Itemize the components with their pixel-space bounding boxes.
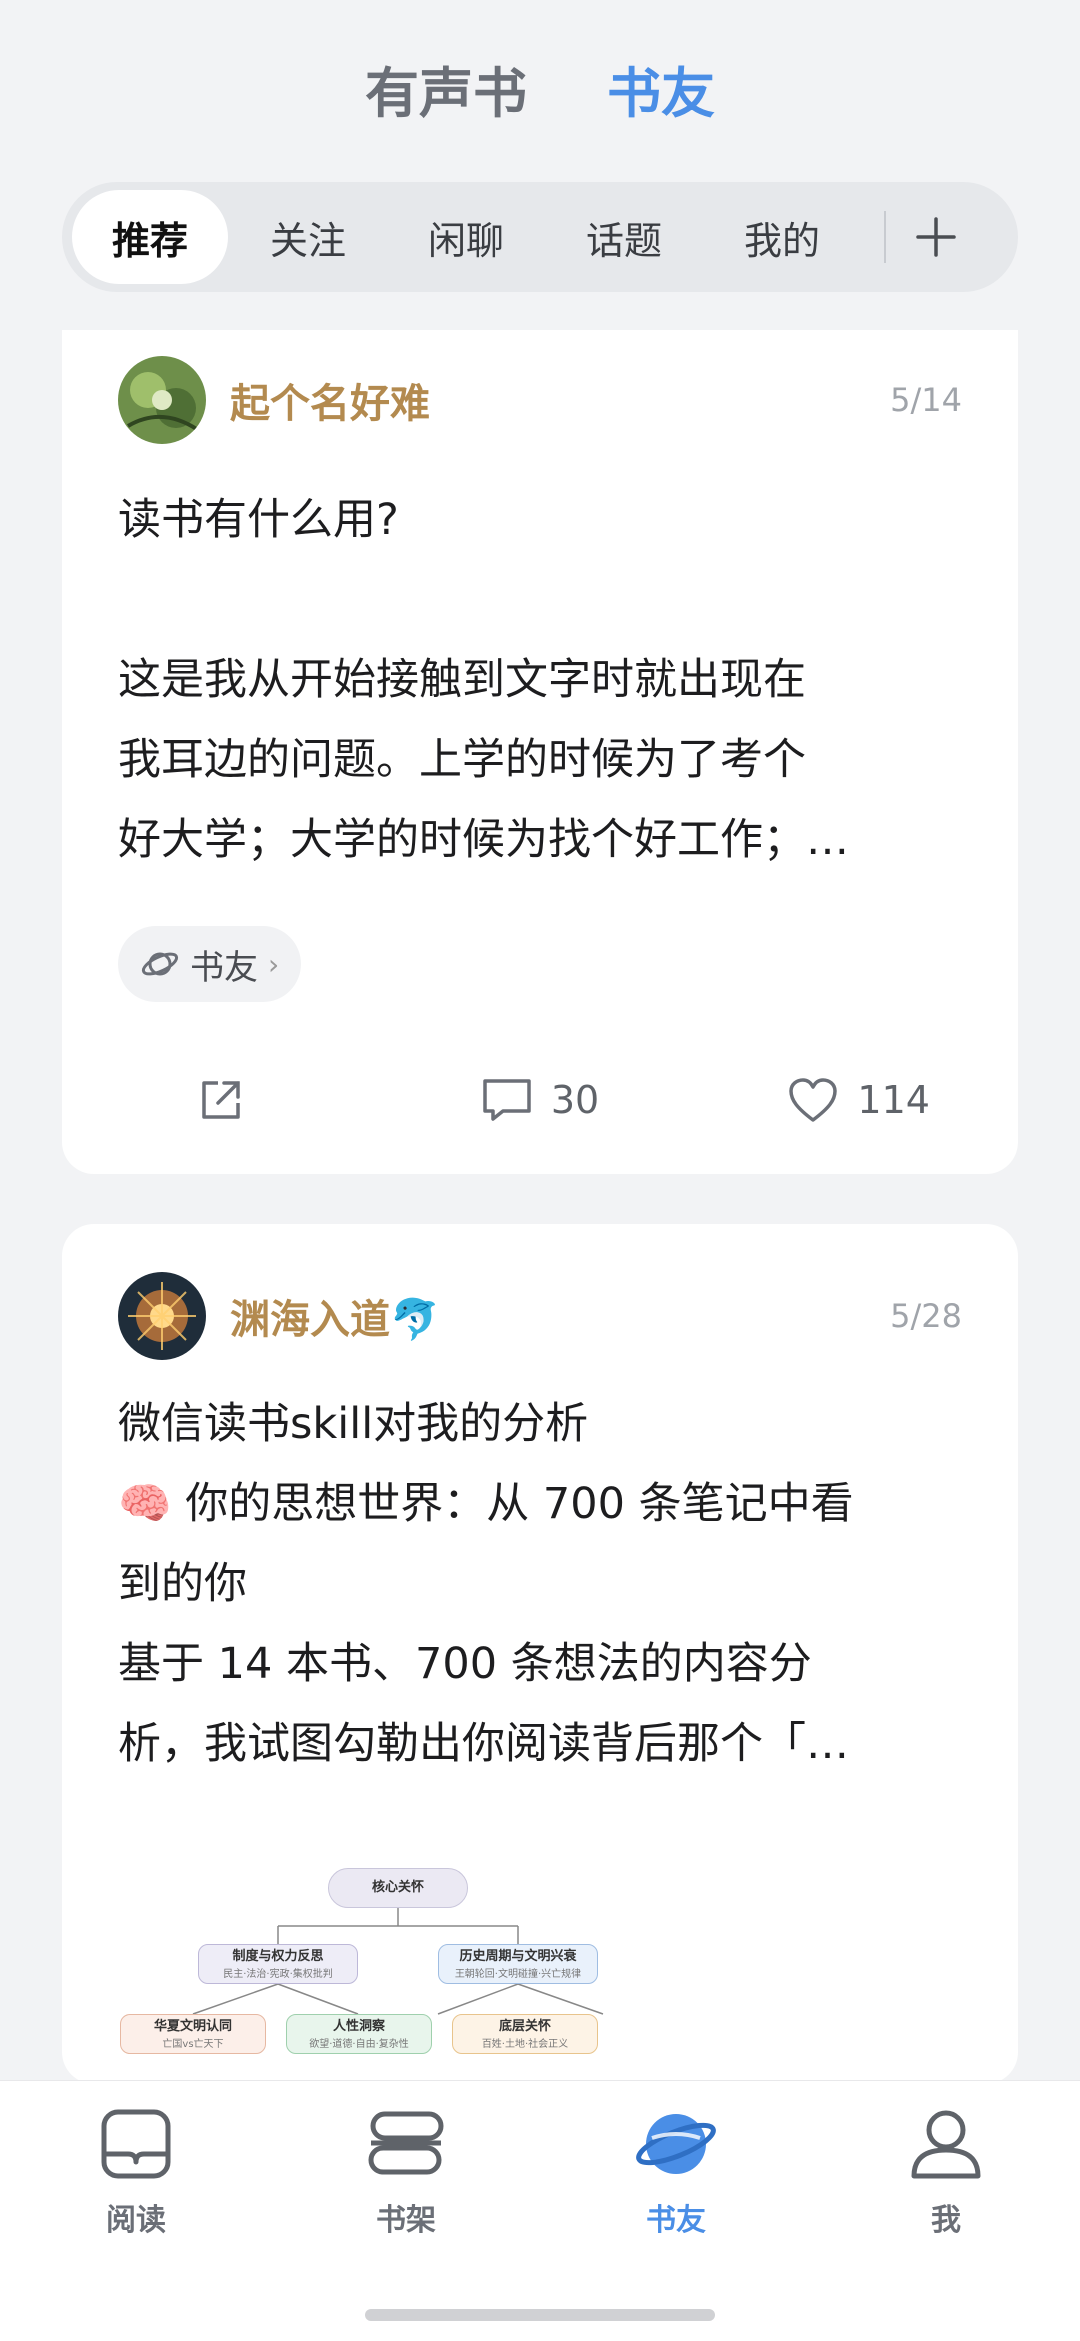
- mindmap-node: 华夏文明认同 亡国vs亡天下: [120, 2014, 266, 2054]
- post-header: 渊海入道🐬 5/28: [118, 1272, 962, 1360]
- author-name[interactable]: 起个名好难: [230, 371, 430, 429]
- post-actions: 30 114: [62, 1050, 1018, 1150]
- post-date: 5/14: [890, 381, 962, 419]
- mindmap-node-title: 历史周期与文明兴衰: [459, 1949, 577, 1964]
- sub-tab-recommend[interactable]: 推荐: [72, 190, 228, 284]
- like-count: 114: [857, 1078, 930, 1122]
- topic-tag-label: 书友: [190, 947, 258, 988]
- nav-item-book-friends[interactable]: 书友: [606, 2103, 746, 2239]
- post-line: 到的你: [118, 1559, 247, 1609]
- mindmap-node-title: 华夏文明认同: [153, 2019, 232, 2034]
- mindmap-node: 历史周期与文明兴衰 王朝轮回·文明碰撞·兴亡规律: [438, 1944, 598, 1984]
- share-icon: [202, 1081, 241, 1119]
- nav-label: 书友: [646, 2203, 706, 2238]
- sub-tab-bar: 推荐 关注 闲聊 话题 我的: [62, 182, 1018, 292]
- mindmap-node: 底层关怀 百姓·土地·社会正义: [452, 2014, 598, 2054]
- heart-icon: [789, 1078, 838, 1122]
- bottom-nav: 阅读 书架 书友 我: [0, 2080, 1080, 2341]
- share-button[interactable]: [62, 1075, 381, 1125]
- mindmap-node-sub: 欲望·道德·自由·复杂性: [309, 2039, 409, 2050]
- comment-button[interactable]: 30: [381, 1075, 700, 1125]
- mindmap-node: 制度与权力反思 民主·法治·宪政·集权批判: [198, 1944, 358, 1984]
- post-card[interactable]: 起个名好难 5/14 读书有什么用? 这是我从开始接触到文字时就出现在 我耳边的…: [62, 330, 1018, 1174]
- post-line: 微信读书skill对我的分析: [118, 1399, 589, 1449]
- mindmap-node-title: 底层关怀: [498, 2019, 551, 2034]
- add-tab-button[interactable]: [886, 190, 986, 284]
- nav-label: 我: [931, 2203, 961, 2238]
- like-button[interactable]: 114: [699, 1076, 1018, 1124]
- sub-tab-mine[interactable]: 我的: [704, 190, 860, 284]
- person-icon: [911, 2110, 981, 2179]
- home-indicator[interactable]: [365, 2309, 715, 2321]
- post-line: 这是我从开始接触到文字时就出现在: [118, 655, 806, 705]
- tab-audiobook[interactable]: 有声书: [365, 49, 527, 128]
- mindmap-node: 人性洞察 欲望·道德·自由·复杂性: [286, 2014, 432, 2054]
- post-line: 基于 14 本书、700 条想法的内容分: [118, 1639, 812, 1689]
- mindmap-root-label: 核心关怀: [371, 1880, 424, 1895]
- post-card[interactable]: 渊海入道🐬 5/28 微信读书skill对我的分析 🧠 你的思想世界：从 700…: [62, 1224, 1018, 2084]
- author-name[interactable]: 渊海入道🐬: [230, 1287, 440, 1345]
- mindmap-node-title: 制度与权力反思: [232, 1949, 324, 1964]
- mindmap-root: 核心关怀: [328, 1868, 468, 1908]
- topic-tag[interactable]: 书友 ›: [118, 926, 302, 1002]
- planet-icon: [141, 952, 179, 976]
- sub-tab-chat[interactable]: 闲聊: [388, 190, 544, 284]
- nav-label: 书架: [376, 2203, 436, 2238]
- sub-tab-follow[interactable]: 关注: [230, 190, 386, 284]
- chevron-right-icon: ›: [268, 947, 280, 981]
- post-line: [118, 560, 962, 640]
- book-icon: [101, 2109, 171, 2179]
- mindmap-node-sub: 亡国vs亡天下: [162, 2039, 224, 2050]
- post-header: 起个名好难 5/14: [118, 356, 962, 444]
- mindmap-node-sub: 王朝轮回·文明碰撞·兴亡规律: [454, 1969, 582, 1980]
- plus-icon: [916, 217, 956, 257]
- nav-item-read[interactable]: 阅读: [66, 2103, 206, 2239]
- nav-item-bookshelf[interactable]: 书架: [336, 2103, 476, 2239]
- post-line: 好大学；大学的时候为找个好工作；…: [118, 815, 849, 865]
- mindmap-node-title: 人性洞察: [332, 2019, 385, 2034]
- post-line: 我耳边的问题。上学的时候为了考个: [118, 735, 806, 785]
- post-date: 5/28: [890, 1297, 962, 1335]
- mindmap-node-sub: 民主·法治·宪政·集权批判: [223, 1969, 333, 1980]
- post-body[interactable]: 微信读书skill对我的分析 🧠 你的思想世界：从 700 条笔记中看 到的你 …: [118, 1384, 962, 1784]
- post-line: 析，我试图勾勒出你阅读背后那个「…: [118, 1719, 849, 1769]
- bookshelf-icon: [368, 2111, 444, 2175]
- nav-label: 阅读: [106, 2203, 166, 2238]
- nav-item-me[interactable]: 我: [876, 2103, 1016, 2239]
- top-tab-bar: 有声书 书友: [0, 48, 1080, 128]
- avatar[interactable]: [118, 1272, 206, 1360]
- tab-book-friends[interactable]: 书友: [607, 49, 715, 128]
- post-body[interactable]: 读书有什么用? 这是我从开始接触到文字时就出现在 我耳边的问题。上学的时候为了考…: [118, 480, 962, 880]
- sub-tab-topics[interactable]: 话题: [546, 190, 702, 284]
- comment-count: 30: [550, 1078, 600, 1122]
- post-image-mindmap[interactable]: 核心关怀 制度与权力反思 民主·法治·宪政·集权批判 历史周期与文明兴衰 王朝轮…: [118, 1854, 678, 2084]
- post-line: 读书有什么用?: [118, 495, 399, 545]
- planet-icon: [636, 2114, 716, 2174]
- avatar[interactable]: [118, 356, 206, 444]
- post-line: 🧠 你的思想世界：从 700 条笔记中看: [118, 1479, 854, 1529]
- comment-icon: [483, 1079, 531, 1121]
- mindmap-node-sub: 百姓·土地·社会正义: [481, 2039, 569, 2050]
